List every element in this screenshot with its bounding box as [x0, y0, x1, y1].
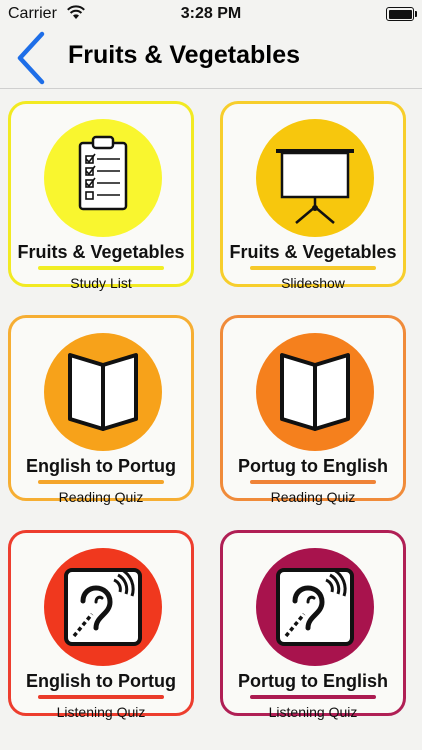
tile-icon-circle [44, 333, 162, 451]
tile-icon-circle [256, 333, 374, 451]
tile-subtitle: Slideshow [281, 275, 345, 291]
tile-subtitle: Listening Quiz [56, 704, 146, 720]
navigation-bar: Fruits & Vegetables [0, 28, 422, 89]
tile-underline [250, 695, 376, 699]
tile-underline [38, 266, 164, 270]
tile-listening-quiz-english[interactable]: English to Portug Listening Quiz [8, 530, 194, 720]
hearing-ear-icon [276, 568, 354, 646]
tile-reading-quiz-portug[interactable]: Portug to English Reading Quiz [220, 315, 406, 505]
tile-title: Portug to English [238, 671, 388, 691]
tile-subtitle: Listening Quiz [268, 704, 358, 720]
tile-underline [38, 695, 164, 699]
tile-title: Fruits & Vegetables [17, 242, 185, 262]
tile-title: Fruits & Vegetables [229, 242, 397, 262]
tile-underline [38, 480, 164, 484]
tile-title: Portug to English [238, 456, 388, 476]
status-time: 3:28 PM [180, 5, 242, 22]
page-title: Fruits & Vegetables [68, 41, 301, 69]
tile-icon-circle [44, 548, 162, 666]
tile-subtitle: Reading Quiz [58, 489, 144, 505]
hearing-ear-icon [64, 568, 142, 646]
tile-icon-circle [256, 548, 374, 666]
battery-icon [386, 7, 417, 21]
tile-underline [250, 480, 376, 484]
tile-listening-quiz-portug[interactable]: Portug to English Listening Quiz [220, 530, 406, 720]
open-book-icon [68, 353, 138, 431]
open-book-icon [280, 353, 350, 431]
tile-slideshow[interactable]: Fruits & Vegetables Slideshow [220, 101, 406, 291]
tile-icon-circle [256, 119, 374, 237]
tile-icon-circle [44, 119, 162, 237]
clipboard-icon [78, 135, 128, 211]
status-bar: Carrier 3:28 PM [0, 0, 422, 28]
tile-subtitle: Reading Quiz [270, 489, 356, 505]
projector-screen-icon [276, 149, 354, 224]
tile-reading-quiz-english[interactable]: English to Portug Reading Quiz [8, 315, 194, 505]
tile-title: English to Portug [26, 456, 176, 476]
tile-subtitle: Study List [70, 275, 132, 291]
back-button[interactable] [8, 28, 52, 88]
chevron-left-icon [17, 31, 45, 85]
tile-underline [250, 266, 376, 270]
tile-study-list[interactable]: Fruits & Vegetables Study List [8, 101, 194, 291]
tile-title: English to Portug [26, 671, 176, 691]
